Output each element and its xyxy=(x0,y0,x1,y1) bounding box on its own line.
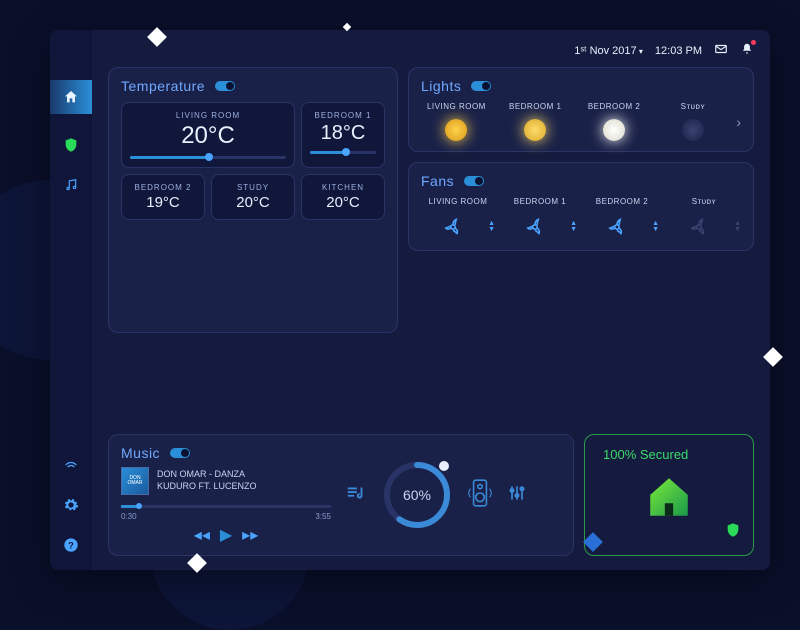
fan-living[interactable]: LIVING ROOM ▲▼ xyxy=(421,197,495,240)
prev-button[interactable]: ◂◂ xyxy=(194,525,210,545)
next-button[interactable]: ▸▸ xyxy=(242,525,258,545)
header-date[interactable]: 1ˢᵗ Nov 2017 xyxy=(574,45,643,57)
fan-speed-control[interactable]: ▲▼ xyxy=(652,221,659,233)
fans-panel: Fans LIVING ROOM ▲▼ BEDROOM 1 ▲▼ BEDROOM… xyxy=(408,162,754,251)
nav-settings[interactable] xyxy=(62,496,80,514)
playlist-icon[interactable] xyxy=(345,482,367,509)
light-study[interactable]: Sᴛᴜᴅʏ xyxy=(657,102,728,141)
temperature-toggle[interactable] xyxy=(215,81,235,91)
time-total: 3:55 xyxy=(315,512,331,521)
security-label: 100% Secured xyxy=(597,447,688,462)
bulb-icon[interactable] xyxy=(603,119,625,141)
light-bed2[interactable]: BEDROOM 2 xyxy=(579,102,650,141)
nav-shield[interactable] xyxy=(62,136,80,154)
play-button[interactable]: ▶ xyxy=(220,525,232,545)
fan-icon[interactable] xyxy=(604,214,630,240)
temp-slider[interactable] xyxy=(310,151,376,154)
music-toggle[interactable] xyxy=(170,448,190,458)
temp-card-study[interactable]: STUDY 20°C xyxy=(211,174,295,220)
volume-knob[interactable] xyxy=(439,461,449,471)
track-name: DON OMAR - DANZAKUDURO FT. LUCENZO xyxy=(157,469,257,492)
light-bed1[interactable]: BEDROOM 1 xyxy=(500,102,571,141)
fans-title: Fans xyxy=(421,173,454,189)
mail-icon[interactable] xyxy=(714,42,728,59)
shield-icon xyxy=(725,522,741,543)
nav-music[interactable] xyxy=(62,176,80,194)
music-progress[interactable] xyxy=(121,505,331,508)
temperature-panel: Temperature LIVING ROOM 20°C BEDROOM 1 1… xyxy=(108,67,398,333)
bulb-icon[interactable] xyxy=(682,119,704,141)
lights-title: Lights xyxy=(421,78,461,94)
speaker-icon[interactable] xyxy=(467,478,493,513)
temp-card-living[interactable]: LIVING ROOM 20°C xyxy=(121,102,295,168)
time-elapsed: 0:30 xyxy=(121,512,137,521)
temp-card-bed1[interactable]: BEDROOM 1 18°C xyxy=(301,102,385,168)
bell-icon[interactable] xyxy=(740,42,754,59)
header-time: 12:03 PM xyxy=(655,45,702,57)
svg-text:?: ? xyxy=(68,540,74,550)
fan-icon[interactable] xyxy=(440,214,466,240)
fan-bed2[interactable]: BEDROOM 2 ▲▼ xyxy=(585,197,659,240)
bulb-icon[interactable] xyxy=(445,119,467,141)
temp-slider[interactable] xyxy=(130,156,286,159)
fan-icon[interactable] xyxy=(686,214,712,240)
volume-dial[interactable]: 60% xyxy=(381,459,453,531)
fan-study[interactable]: Sᴛᴜᴅʏ ▲▼ xyxy=(667,197,741,240)
lights-panel: Lights LIVING ROOM BEDROOM 1 BEDROOM 2 S… xyxy=(408,67,754,152)
fan-icon[interactable] xyxy=(522,214,548,240)
fan-bed1[interactable]: BEDROOM 1 ▲▼ xyxy=(503,197,577,240)
temp-card-bed2[interactable]: BEDROOM 2 19°C xyxy=(121,174,205,220)
fan-speed-control[interactable]: ▲▼ xyxy=(734,221,741,233)
fan-speed-control[interactable]: ▲▼ xyxy=(488,221,495,233)
house-secured-icon xyxy=(644,472,694,522)
album-cover[interactable]: DONOMAR xyxy=(121,467,149,495)
music-title: Music xyxy=(121,445,160,461)
light-living[interactable]: LIVING ROOM xyxy=(421,102,492,141)
lights-more-icon[interactable]: › xyxy=(736,114,741,130)
nav-home[interactable] xyxy=(50,80,92,114)
lights-toggle[interactable] xyxy=(471,81,491,91)
temperature-title: Temperature xyxy=(121,78,205,94)
security-panel[interactable]: 100% Secured xyxy=(584,434,754,556)
bulb-icon[interactable] xyxy=(524,119,546,141)
nav-wifi[interactable] xyxy=(62,456,80,474)
nav-help[interactable]: ? xyxy=(62,536,80,554)
sidebar: ? xyxy=(50,30,92,570)
fan-speed-control[interactable]: ▲▼ xyxy=(570,221,577,233)
music-panel: Music DONOMAR DON OMAR - DANZAKUDURO FT.… xyxy=(108,434,574,556)
temp-card-kitchen[interactable]: KITCHEN 20°C xyxy=(301,174,385,220)
fans-toggle[interactable] xyxy=(464,176,484,186)
equalizer-icon[interactable] xyxy=(507,483,527,508)
